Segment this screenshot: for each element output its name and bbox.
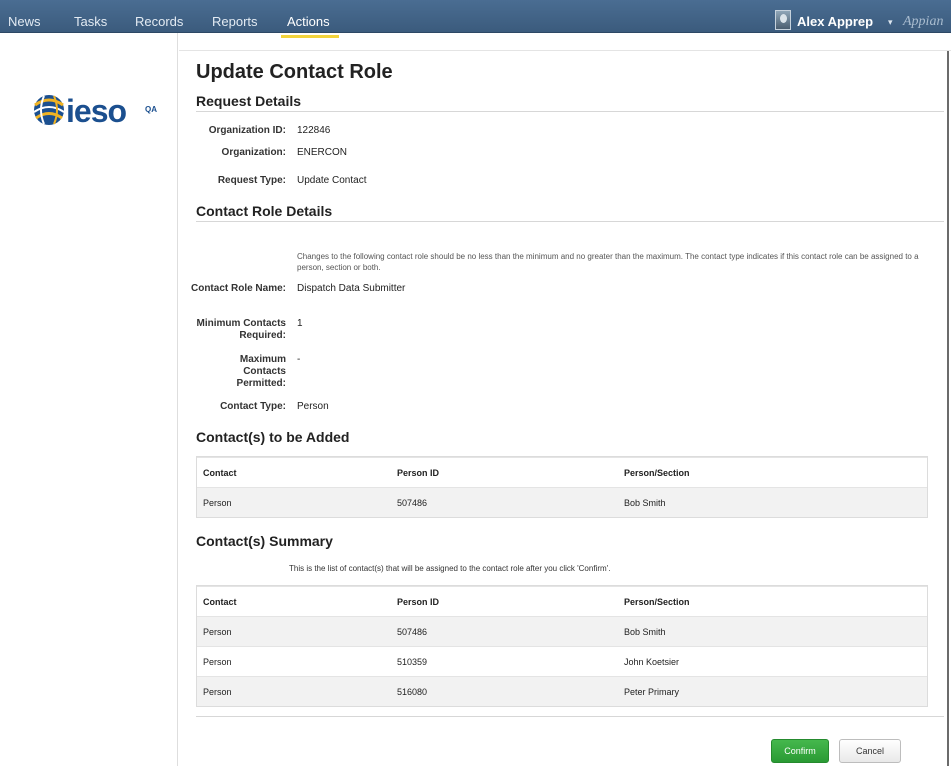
section-request-details: Request Details: [196, 93, 302, 109]
table-row: Person 510359 John Koetsier: [197, 646, 927, 676]
table-row: Person 507486 Bob Smith: [197, 616, 927, 646]
table-cell-person-section: Bob Smith: [624, 498, 666, 508]
footer-divider: [196, 716, 944, 717]
nav-tab-news[interactable]: News: [8, 0, 41, 33]
active-tab-indicator: [281, 35, 339, 38]
globe-icon: [33, 95, 65, 125]
table-header-row: Contact Person ID Person/Section: [197, 457, 927, 487]
column-header-person-section: Person/Section: [624, 597, 690, 607]
table-cell-contact: Person: [203, 687, 232, 697]
nav-tab-tasks[interactable]: Tasks: [74, 0, 107, 33]
column-header-person-id: Person ID: [397, 597, 440, 607]
column-header-contact: Contact: [203, 597, 237, 607]
ieso-logo: ieso QA: [32, 93, 172, 133]
field-label-minimum-contacts: Minimum Contacts Required:: [196, 318, 286, 341]
confirm-button[interactable]: Confirm: [771, 739, 829, 763]
contacts-added-table: Contact Person ID Person/Section Person …: [196, 456, 928, 518]
cancel-button[interactable]: Cancel: [839, 739, 901, 763]
table-cell-person-section: Peter Primary: [624, 687, 680, 697]
instructions-text: Changes to the following contact role sh…: [297, 252, 919, 272]
left-sidebar: ieso QA: [12, 33, 178, 766]
logo-wordmark: ieso: [66, 93, 127, 129]
chevron-down-icon[interactable]: ▾: [888, 0, 893, 33]
environment-badge: QA: [145, 105, 157, 114]
column-header-person-id: Person ID: [397, 468, 440, 478]
field-value-maximum-contacts: -: [297, 354, 301, 365]
section-divider: [196, 111, 944, 112]
field-value-organization: ENERCON: [297, 147, 348, 158]
top-navigation-bar: News Tasks Records Reports Actions Alex …: [0, 0, 951, 33]
column-header-contact: Contact: [203, 468, 237, 478]
section-contact-role-details: Contact Role Details: [196, 203, 333, 219]
field-value-organization-id: 122846: [297, 125, 331, 136]
field-label-organization: Organization:: [221, 147, 286, 158]
summary-note: This is the list of contact(s) that will…: [289, 564, 611, 573]
field-value-contact-type: Person: [297, 401, 329, 412]
field-label-contact-type: Contact Type:: [220, 401, 286, 412]
table-row: Person 516080 Peter Primary: [197, 676, 927, 706]
main-form-panel: Update Contact Role Request Details Orga…: [179, 50, 951, 766]
table-cell-person-id: 507486: [397, 627, 428, 637]
appian-brand: Appian: [903, 14, 944, 29]
nav-tab-actions[interactable]: Actions: [287, 0, 330, 33]
section-contacts-summary: Contact(s) Summary: [196, 533, 333, 549]
field-value-request-type: Update Contact: [297, 175, 367, 186]
field-label-organization-id: Organization ID:: [208, 125, 286, 136]
table-cell-person-id: 516080: [397, 687, 428, 697]
table-header-row: Contact Person ID Person/Section: [197, 586, 927, 616]
nav-tab-records[interactable]: Records: [135, 0, 183, 33]
user-menu[interactable]: Alex Apprep: [797, 0, 873, 33]
table-cell-contact: Person: [203, 498, 232, 508]
section-contacts-to-be-added: Contact(s) to be Added: [196, 429, 350, 445]
user-avatar[interactable]: [775, 10, 791, 30]
table-row: Person 507486 Bob Smith: [197, 487, 927, 517]
field-value-contact-role-name: Dispatch Data Submitter: [297, 283, 406, 294]
field-label-contact-role-name: Contact Role Name:: [190, 283, 286, 294]
column-header-person-section: Person/Section: [624, 468, 690, 478]
page-title: Update Contact Role: [196, 61, 393, 83]
table-cell-person-section: Bob Smith: [624, 627, 666, 637]
table-cell-contact: Person: [203, 657, 232, 667]
field-label-request-type: Request Type:: [217, 175, 286, 186]
table-cell-person-id: 507486: [397, 498, 428, 508]
field-value-minimum-contacts: 1: [297, 318, 303, 329]
table-cell-person-id: 510359: [397, 657, 428, 667]
nav-tab-reports[interactable]: Reports: [212, 0, 258, 33]
table-cell-contact: Person: [203, 627, 232, 637]
field-label-maximum-contacts: Maximum Contacts Permitted:: [236, 354, 286, 389]
table-cell-person-section: John Koetsier: [624, 657, 680, 667]
section-divider: [196, 221, 944, 222]
contacts-summary-table: Contact Person ID Person/Section Person …: [196, 585, 928, 707]
